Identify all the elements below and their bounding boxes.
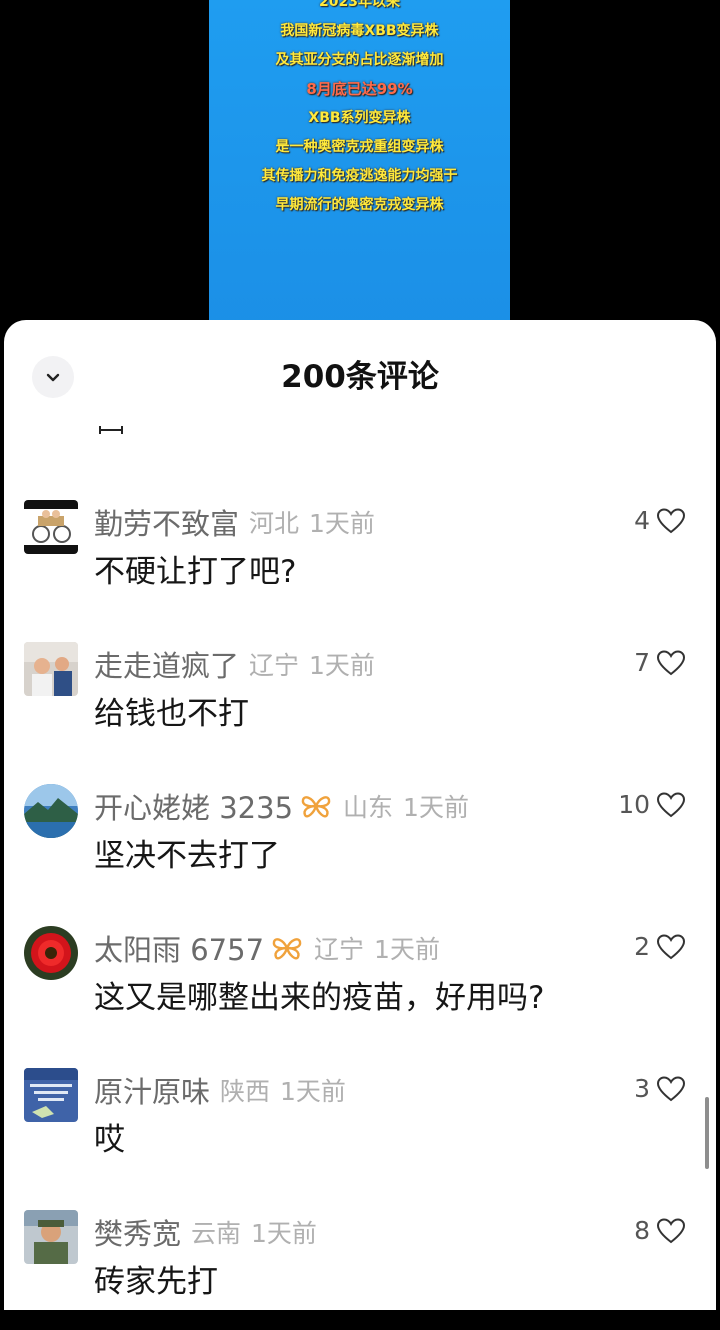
comment-time: 1天前 [309,651,375,680]
comments-header: 200条评论 [4,320,716,435]
like-button[interactable]: 10 [618,790,686,819]
comment-text: 砖家先打 [94,1264,218,1300]
like-count: 10 [618,790,650,819]
comment-time: 1天前 [309,509,375,538]
comment-text: 不硬让打了吧? [94,554,297,590]
video-caption-line: 其传播力和免疫逃逸能力均强于 [261,168,458,184]
comment-meta: 樊秀宽 云南 1天前 [94,1212,317,1252]
username[interactable]: 原汁原味 [94,1069,210,1111]
avatar[interactable] [24,1210,78,1264]
like-button[interactable]: 3 [634,1074,686,1103]
video-player[interactable]: 2023年以来 我国新冠病毒XBB变异株 及其亚分支的占比逐渐增加 8月底已达9… [0,0,720,340]
like-button[interactable]: 7 [634,648,686,677]
comment-time: 1天前 [280,1077,346,1106]
partial-text-fragment [99,426,123,434]
username[interactable]: 勤劳不致富 [94,501,239,543]
username[interactable]: 走走道疯了 [94,643,239,685]
comment-text: 哎 [94,1122,125,1158]
heart-outline-icon [656,791,686,817]
like-button[interactable]: 2 [634,932,686,961]
heart-outline-icon [656,649,686,675]
video-caption-line: 我国新冠病毒XBB变异株 [280,23,439,39]
comment-region: 河北 [249,509,300,538]
comment-region: 山东 [343,793,394,822]
butterfly-badge-icon [301,796,331,818]
video-caption: 2023年以来 我国新冠病毒XBB变异株 及其亚分支的占比逐渐增加 8月底已达9… [209,0,510,220]
comment-region: 陕西 [220,1077,271,1106]
avatar[interactable] [24,784,78,838]
username[interactable]: 太阳雨 6757 [94,927,264,969]
video-caption-line: 是一种奥密克戎重组变异株 [275,139,444,155]
username[interactable]: 开心姥姥 3235 [94,785,293,827]
comment-meta: 原汁原味 陕西 1天前 [94,1070,346,1110]
comment-time: 1天前 [251,1219,317,1248]
comments-count-title: 200条评论 [281,359,439,395]
comment-region: 云南 [191,1219,242,1248]
avatar[interactable] [24,926,78,980]
comment-meta: 开心姥姥 3235 山东 1天前 [94,786,469,826]
like-count: 3 [634,1074,650,1103]
heart-outline-icon [656,1217,686,1243]
comment-time: 1天前 [403,793,469,822]
comment-meta: 太阳雨 6757 辽宁 1天前 [94,928,440,968]
avatar[interactable] [24,642,78,696]
username[interactable]: 樊秀宽 [94,1211,181,1253]
comment-item[interactable]: 开心姥姥 3235 山东 1天前 坚决不去打了 10 [4,784,716,904]
video-frame: 2023年以来 我国新冠病毒XBB变异株 及其亚分支的占比逐渐增加 8月底已达9… [209,0,510,340]
comment-item[interactable]: 樊秀宽 云南 1天前 砖家先打 8 [4,1210,716,1330]
like-count: 4 [634,506,650,535]
comment-text: 给钱也不打 [94,696,249,732]
video-caption-line: 及其亚分支的占比逐渐增加 [275,52,444,68]
avatar[interactable] [24,500,78,554]
video-caption-line: 8月底已达99% [306,80,413,98]
heart-outline-icon [656,507,686,533]
video-caption-line: XBB系列变异株 [308,110,411,126]
video-caption-line: 2023年以来 [319,0,400,10]
like-count: 8 [634,1216,650,1245]
like-count: 7 [634,648,650,677]
comment-time: 1天前 [374,935,440,964]
heart-outline-icon [656,933,686,959]
comment-item[interactable]: 走走道疯了 辽宁 1天前 给钱也不打 7 [4,642,716,762]
scrollbar[interactable] [705,1097,709,1169]
like-button[interactable]: 8 [634,1216,686,1245]
comment-region: 辽宁 [249,651,300,680]
comment-meta: 勤劳不致富 河北 1天前 [94,502,375,542]
comment-item[interactable]: 勤劳不致富 河北 1天前 不硬让打了吧? 4 [4,500,716,620]
comments-sheet: 200条评论 勤劳不致富 河北 1天前 不硬让打了吧? 4 走走道疯了 辽宁 1… [4,320,716,1310]
video-caption-line: 早期流行的奥密克戎变异株 [275,197,444,213]
comment-region: 辽宁 [314,935,365,964]
butterfly-badge-icon [272,938,302,960]
like-button[interactable]: 4 [634,506,686,535]
like-count: 2 [634,932,650,961]
comment-text: 这又是哪整出来的疫苗，好用吗? [94,980,545,1016]
comment-meta: 走走道疯了 辽宁 1天前 [94,644,375,684]
heart-outline-icon [656,1075,686,1101]
comment-text: 坚决不去打了 [94,838,280,874]
comment-item[interactable]: 原汁原味 陕西 1天前 哎 3 [4,1068,716,1188]
avatar[interactable] [24,1068,78,1122]
comment-item[interactable]: 太阳雨 6757 辽宁 1天前 这又是哪整出来的疫苗，好用吗? 2 [4,926,716,1046]
